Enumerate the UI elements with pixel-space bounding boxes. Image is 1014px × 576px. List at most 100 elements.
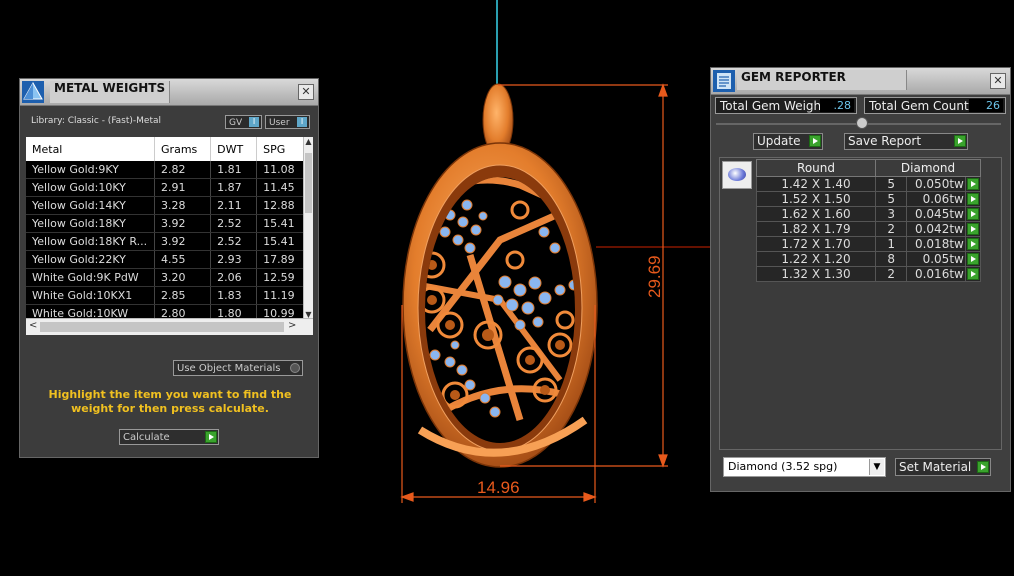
close-icon[interactable]: ✕ [298,84,314,100]
metal-table-hscrollbar[interactable]: < > [26,318,313,335]
chevron-down-icon[interactable]: ▼ [869,459,884,475]
gem-row-action[interactable] [964,191,982,207]
table-row[interactable]: Yellow Gold:10KY 2.91 1.87 11.45 [26,178,304,197]
play-icon[interactable] [967,223,979,235]
table-cell: 15.41 [256,214,304,233]
table-row[interactable]: Yellow Gold:18KY R... 3.92 2.52 15.41 [26,232,304,251]
user-toggle[interactable]: User I [265,115,310,129]
table-cell: Yellow Gold:9KY [26,161,156,179]
play-icon[interactable] [967,208,979,220]
gem-reporter-title: GEM REPORTER [737,70,907,90]
update-button[interactable]: Update [753,133,823,150]
pyramid-icon [22,81,44,103]
table-cell: 3.92 [154,232,212,251]
scroll-up-icon[interactable]: ▲ [304,137,313,146]
play-icon[interactable] [954,135,966,147]
vscroll-thumb[interactable] [305,153,312,213]
table-cell: Yellow Gold:18KY [26,214,156,233]
width-dimension-label: 14.96 [477,478,520,497]
use-object-materials-option[interactable]: Use Object Materials [173,360,303,376]
gem-row[interactable]: 1.82 X 1.79 2 0.042tw [756,221,982,237]
gem-row[interactable]: 1.52 X 1.50 5 0.06tw [756,191,982,207]
column-header-dwt[interactable]: DWT [210,137,258,161]
table-cell: 1.87 [210,178,258,197]
scroll-left-icon[interactable]: < [29,320,37,331]
hscroll-thumb[interactable] [40,322,284,332]
save-report-button[interactable]: Save Report [844,133,968,150]
gem-weight-cell: 0.018tw [906,236,966,252]
play-icon[interactable] [967,268,979,280]
gem-row[interactable]: 1.72 X 1.70 1 0.018tw [756,236,982,252]
gem-row-action[interactable] [964,176,982,192]
gem-weight-cell: 0.050tw [906,176,966,192]
gem-row[interactable]: 1.62 X 1.60 3 0.045tw [756,206,982,222]
gem-slider[interactable] [716,117,1001,129]
gv-toggle-box: I [249,117,259,127]
gem-row-action[interactable] [964,206,982,222]
gem-weight-cell: 0.05tw [906,251,966,267]
gem-row-action[interactable] [964,266,982,282]
set-material-button[interactable]: Set Material [895,458,991,476]
column-header-spg[interactable]: SPG [256,137,304,161]
gem-row-action[interactable] [964,251,982,267]
gem-row[interactable]: 1.22 X 1.20 8 0.05tw [756,251,982,267]
gv-toggle[interactable]: GV I [225,115,262,129]
table-row[interactable]: White Gold:10KX1 2.85 1.83 11.19 [26,286,304,305]
gem-table: Round Diamond 1.42 X 1.40 5 0.050tw 1.52 X … [719,157,1002,450]
table-row[interactable]: Yellow Gold:9KY 2.82 1.81 11.08 [26,161,304,179]
column-header-shape[interactable]: Round [756,159,876,177]
table-cell: 2.11 [210,196,258,215]
play-icon[interactable] [967,178,979,190]
material-select-value: Diamond (3.52 spg) [728,460,838,473]
play-icon[interactable] [967,238,979,250]
table-row[interactable]: Yellow Gold:14KY 3.28 2.11 12.88 [26,196,304,215]
gem-size-cell: 1.42 X 1.40 [756,176,876,192]
table-cell: 2.52 [210,232,258,251]
radio-icon[interactable] [290,363,300,373]
gem-weight-cell: 0.045tw [906,206,966,222]
play-icon[interactable] [977,461,989,473]
table-row[interactable]: Yellow Gold:22KY 4.55 2.93 17.89 [26,250,304,269]
table-row[interactable]: White Gold:9K PdW 3.20 2.06 12.59 [26,268,304,287]
gem-count-cell: 8 [874,251,908,267]
gem-count-cell: 1 [874,236,908,252]
report-icon [713,70,735,92]
table-cell: 2.85 [154,286,212,305]
gem-row-action[interactable] [964,221,982,237]
total-gem-weight-label: Total Gem Weight [720,99,826,113]
metal-weights-panel: METAL WEIGHTS ✕ Library: Classic - (Fast… [19,78,319,458]
user-toggle-box: I [297,117,307,127]
table-cell: 3.92 [154,214,212,233]
play-icon[interactable] [967,193,979,205]
metal-table-vscrollbar[interactable]: ▲ ▼ [303,137,313,319]
gem-row[interactable]: 1.42 X 1.40 5 0.050tw [756,176,982,192]
column-header-metal[interactable]: Metal [26,137,156,161]
column-header-material[interactable]: Diamond [875,159,981,177]
update-label: Update [757,134,801,148]
slider-knob[interactable] [856,117,868,129]
play-icon[interactable] [967,253,979,265]
viewport[interactable]: 29.69 14.96 [330,0,710,573]
play-icon[interactable] [205,431,217,443]
gem-reporter-titlebar[interactable]: GEM REPORTER ✕ [711,68,1010,95]
play-icon[interactable] [809,135,821,147]
table-cell: Yellow Gold:14KY [26,196,156,215]
metal-weights-titlebar[interactable]: METAL WEIGHTS ✕ [20,79,318,106]
scroll-right-icon[interactable]: > [288,320,296,331]
gem-size-cell: 1.32 X 1.30 [756,266,876,282]
table-row[interactable]: Yellow Gold:18KY 3.92 2.52 15.41 [26,214,304,233]
gem-row-action[interactable] [964,236,982,252]
table-cell: Yellow Gold:10KY [26,178,156,197]
gem-count-cell: 3 [874,206,908,222]
gem-row[interactable]: 1.32 X 1.30 2 0.016tw [756,266,982,282]
calculate-button[interactable]: Calculate [119,429,219,445]
gem-reporter-panel: GEM REPORTER ✕ Total Gem Weight .28 Tota… [710,67,1011,492]
set-material-label: Set Material [899,460,972,474]
column-header-grams[interactable]: Grams [154,137,212,161]
material-select[interactable]: Diamond (3.52 spg) ▼ [723,457,886,477]
gem-thumbnail-icon[interactable] [722,161,752,189]
close-icon[interactable]: ✕ [990,73,1006,89]
gem-weight-cell: 0.06tw [906,191,966,207]
user-toggle-label: User [269,118,290,128]
viewport-canvas: 29.69 14.96 [400,0,710,503]
